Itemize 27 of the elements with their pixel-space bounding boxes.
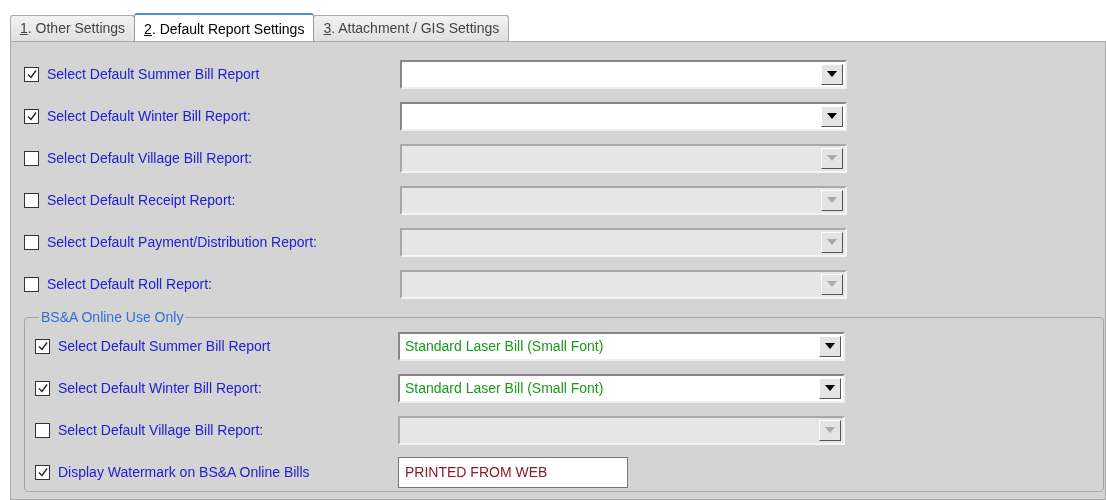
checkbox[interactable]: [24, 150, 39, 166]
checkbox[interactable]: [35, 422, 50, 438]
tab[interactable]: 3. Attachment / GIS Settings: [313, 15, 510, 41]
report-dropdown[interactable]: Standard Laser Bill (Small Font): [398, 331, 845, 361]
checkbox-label[interactable]: Select Default Village Bill Report:: [47, 150, 253, 166]
checkbox-label[interactable]: Select Default Receipt Report:: [47, 192, 236, 208]
tab[interactable]: 1. Other Settings: [10, 15, 136, 41]
tab[interactable]: 2. Default Report Settings: [134, 13, 315, 41]
checkbox-label[interactable]: Select Default Winter Bill Report:: [47, 108, 251, 124]
checkbox-label[interactable]: Select Default Village Bill Report:: [58, 422, 264, 438]
checkbox[interactable]: [35, 380, 50, 396]
checkbox[interactable]: [24, 108, 39, 124]
checkbox-label[interactable]: Select Default Payment/Distribution Report:: [47, 234, 317, 250]
checkbox-label[interactable]: Select Default Summer Bill Report: [47, 66, 260, 82]
checkbox[interactable]: [35, 338, 50, 354]
checkbox-label[interactable]: Display Watermark on BS&A Online Bills: [58, 464, 310, 480]
checkbox[interactable]: [24, 234, 39, 250]
checkbox-label[interactable]: Select Default Winter Bill Report:: [58, 380, 262, 396]
checkbox[interactable]: [35, 464, 50, 480]
watermark-text-field[interactable]: PRINTED FROM WEB: [398, 456, 628, 488]
group-title: BS&A Online Use Only: [40, 309, 185, 325]
report-dropdown[interactable]: Standard Laser Bill (Small Font): [398, 373, 845, 403]
checkbox-label[interactable]: Select Default Summer Bill Report: [58, 338, 271, 354]
checkbox-label[interactable]: Select Default Roll Report:: [47, 276, 212, 292]
checkbox[interactable]: [24, 192, 39, 208]
checkbox[interactable]: [24, 66, 39, 82]
checkbox[interactable]: [24, 276, 39, 292]
